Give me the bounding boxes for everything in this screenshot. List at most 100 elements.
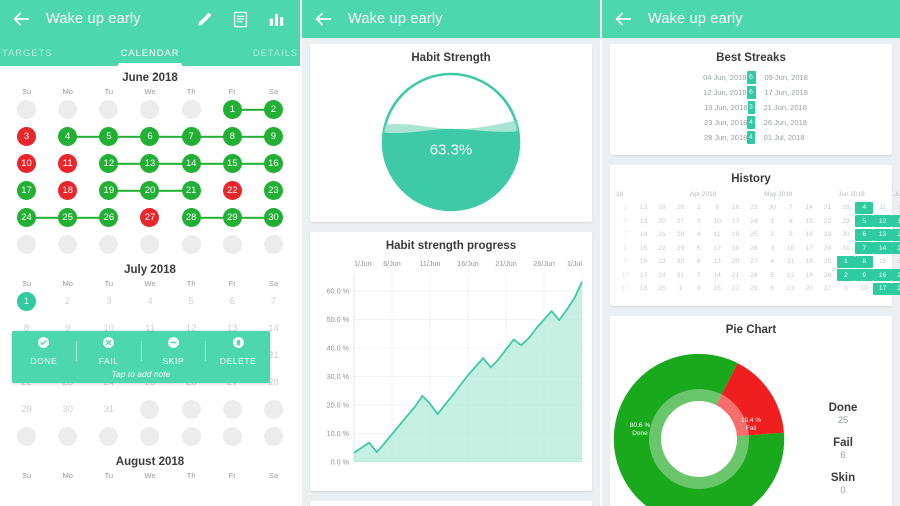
history-cell[interactable]: 23	[653, 256, 671, 268]
history-cell[interactable]: 21	[726, 269, 744, 281]
calendar-day-cell[interactable]	[88, 235, 129, 254]
calendar-day-cell[interactable]: 10	[6, 154, 47, 173]
calendar-day-marker[interactable]: 30	[58, 400, 77, 419]
history-cell[interactable]: 15	[800, 215, 818, 227]
history-cell[interactable]: 22	[726, 283, 744, 295]
bar-chart-icon[interactable]	[267, 10, 286, 29]
calendar-scroll-body[interactable]: June 2018 Su Mo Tu We Th Fr Sa 123456789…	[0, 66, 300, 506]
calendar-day-cell[interactable]	[253, 235, 294, 254]
history-cell[interactable]: 14	[634, 229, 652, 241]
history-cell[interactable]: 18	[634, 283, 652, 295]
calendar-day-cell[interactable]: 19	[88, 181, 129, 200]
calendar-day-marker[interactable]: 3	[99, 292, 118, 311]
calendar-day-marker[interactable]	[140, 400, 160, 419]
calendar-day-cell[interactable]	[171, 100, 212, 119]
calendar-day-cell[interactable]	[253, 427, 294, 446]
history-cell[interactable]: 19	[726, 242, 744, 254]
history-cell[interactable]: 8	[855, 255, 874, 268]
calendar-day-marker[interactable]: 1	[17, 292, 37, 311]
history-cell[interactable]: 3	[690, 215, 708, 227]
calendar-day-cell[interactable]	[129, 100, 170, 119]
calendar-day-cell[interactable]	[129, 427, 170, 446]
history-cell[interactable]: 12	[708, 242, 726, 254]
history-cell[interactable]: 20	[653, 215, 671, 227]
calendar-day-cell[interactable]	[6, 235, 47, 254]
calendar-day-marker[interactable]	[58, 100, 78, 119]
calendar-day-cell[interactable]: 4	[129, 292, 170, 311]
history-cell[interactable]: 28	[745, 269, 763, 281]
history-cell[interactable]: 17	[726, 215, 744, 227]
calendar-day-marker[interactable]: 31	[99, 400, 118, 419]
history-cell[interactable]: 31	[671, 269, 689, 281]
calendar-day-marker[interactable]	[140, 427, 160, 446]
history-cell[interactable]: 16	[800, 229, 818, 241]
calendar-day-marker[interactable]: 18	[58, 181, 78, 200]
history-cell[interactable]: 17	[634, 269, 652, 281]
history-cell[interactable]: 5	[763, 269, 781, 281]
history-cell[interactable]: 13	[782, 283, 800, 295]
history-cell[interactable]: 1	[836, 255, 856, 268]
calendar-day-marker[interactable]	[17, 100, 37, 119]
calendar-day-cell[interactable]	[47, 235, 88, 254]
calendar-day-cell[interactable]	[212, 427, 253, 446]
calendar-day-marker[interactable]	[181, 100, 201, 119]
history-cell[interactable]: 17	[873, 282, 892, 295]
edit-pencil-icon[interactable]	[195, 10, 214, 29]
tab-calendar[interactable]: CALENDAR	[101, 48, 200, 66]
calendar-day-cell[interactable]: 6	[212, 292, 253, 311]
history-cell[interactable]: 2	[690, 202, 708, 214]
calendar-day-marker[interactable]	[263, 235, 283, 254]
history-cell[interactable]: 5	[616, 202, 634, 214]
calendar-day-cell[interactable]: 27	[129, 208, 170, 227]
history-cell[interactable]: 3	[763, 242, 781, 254]
calendar-day-marker[interactable]: 2	[58, 292, 77, 311]
history-cell[interactable]: 7	[690, 269, 708, 281]
calendar-day-marker[interactable]: 13	[140, 154, 160, 173]
history-cell[interactable]: 28	[837, 202, 855, 214]
calendar-day-marker[interactable]: 14	[181, 154, 201, 173]
history-cell[interactable]: 30	[763, 202, 781, 214]
calendar-day-cell[interactable]	[47, 427, 88, 446]
calendar-day-marker[interactable]: 6	[140, 127, 160, 146]
calendar-day-marker[interactable]	[222, 400, 242, 419]
history-cell[interactable]: 19	[891, 215, 900, 228]
calendar-day-cell[interactable]: 7	[253, 292, 294, 311]
history-cell[interactable]: 9	[782, 229, 800, 241]
history-cell[interactable]: 10	[616, 269, 634, 281]
calendar-day-marker[interactable]	[99, 100, 119, 119]
calendar-day-marker[interactable]: 26	[99, 208, 119, 227]
history-cell[interactable]: 22	[892, 256, 900, 268]
history-cell[interactable]: 25	[745, 229, 763, 241]
calendar-day-marker[interactable]: 22	[222, 181, 242, 200]
history-cell[interactable]: 11	[873, 202, 891, 214]
calendar-day-marker[interactable]: 30	[263, 208, 283, 227]
history-cell[interactable]: 13	[708, 256, 726, 268]
tab-targets[interactable]: TARGETS	[0, 48, 101, 66]
history-cell[interactable]: 9	[708, 202, 726, 214]
history-cell[interactable]: 28	[671, 229, 689, 241]
calendar-day-cell[interactable]: 5	[171, 292, 212, 311]
history-cell[interactable]: 8	[616, 242, 634, 254]
history-cell[interactable]: 9	[616, 256, 634, 268]
calendar-day-marker[interactable]	[263, 400, 283, 419]
history-cell[interactable]: 4	[763, 256, 781, 268]
calendar-day-marker[interactable]: 4	[58, 127, 78, 146]
calendar-day-marker[interactable]: 20	[140, 181, 160, 200]
history-cell[interactable]: 22	[653, 242, 671, 254]
calendar-day-cell[interactable]: 11	[47, 154, 88, 173]
calendar-day-cell[interactable]	[171, 235, 212, 254]
calendar-day-marker[interactable]: 25	[58, 208, 78, 227]
calendar-day-marker[interactable]: 28	[181, 208, 201, 227]
calendar-day-cell[interactable]: 1	[6, 292, 47, 311]
history-cell[interactable]: 31	[837, 242, 855, 254]
calendar-day-marker[interactable]: 19	[99, 181, 119, 200]
history-cell[interactable]: 30	[837, 229, 855, 241]
calendar-day-cell[interactable]	[129, 235, 170, 254]
history-cell[interactable]: 7	[616, 229, 634, 241]
history-cell[interactable]: 4	[690, 229, 708, 241]
calendar-day-cell[interactable]	[129, 400, 170, 419]
history-cell[interactable]: 22	[818, 215, 836, 227]
history-cell[interactable]: 7	[855, 242, 874, 255]
calendar-day-cell[interactable]: 31	[88, 400, 129, 419]
history-cell[interactable]: 10	[782, 242, 800, 254]
